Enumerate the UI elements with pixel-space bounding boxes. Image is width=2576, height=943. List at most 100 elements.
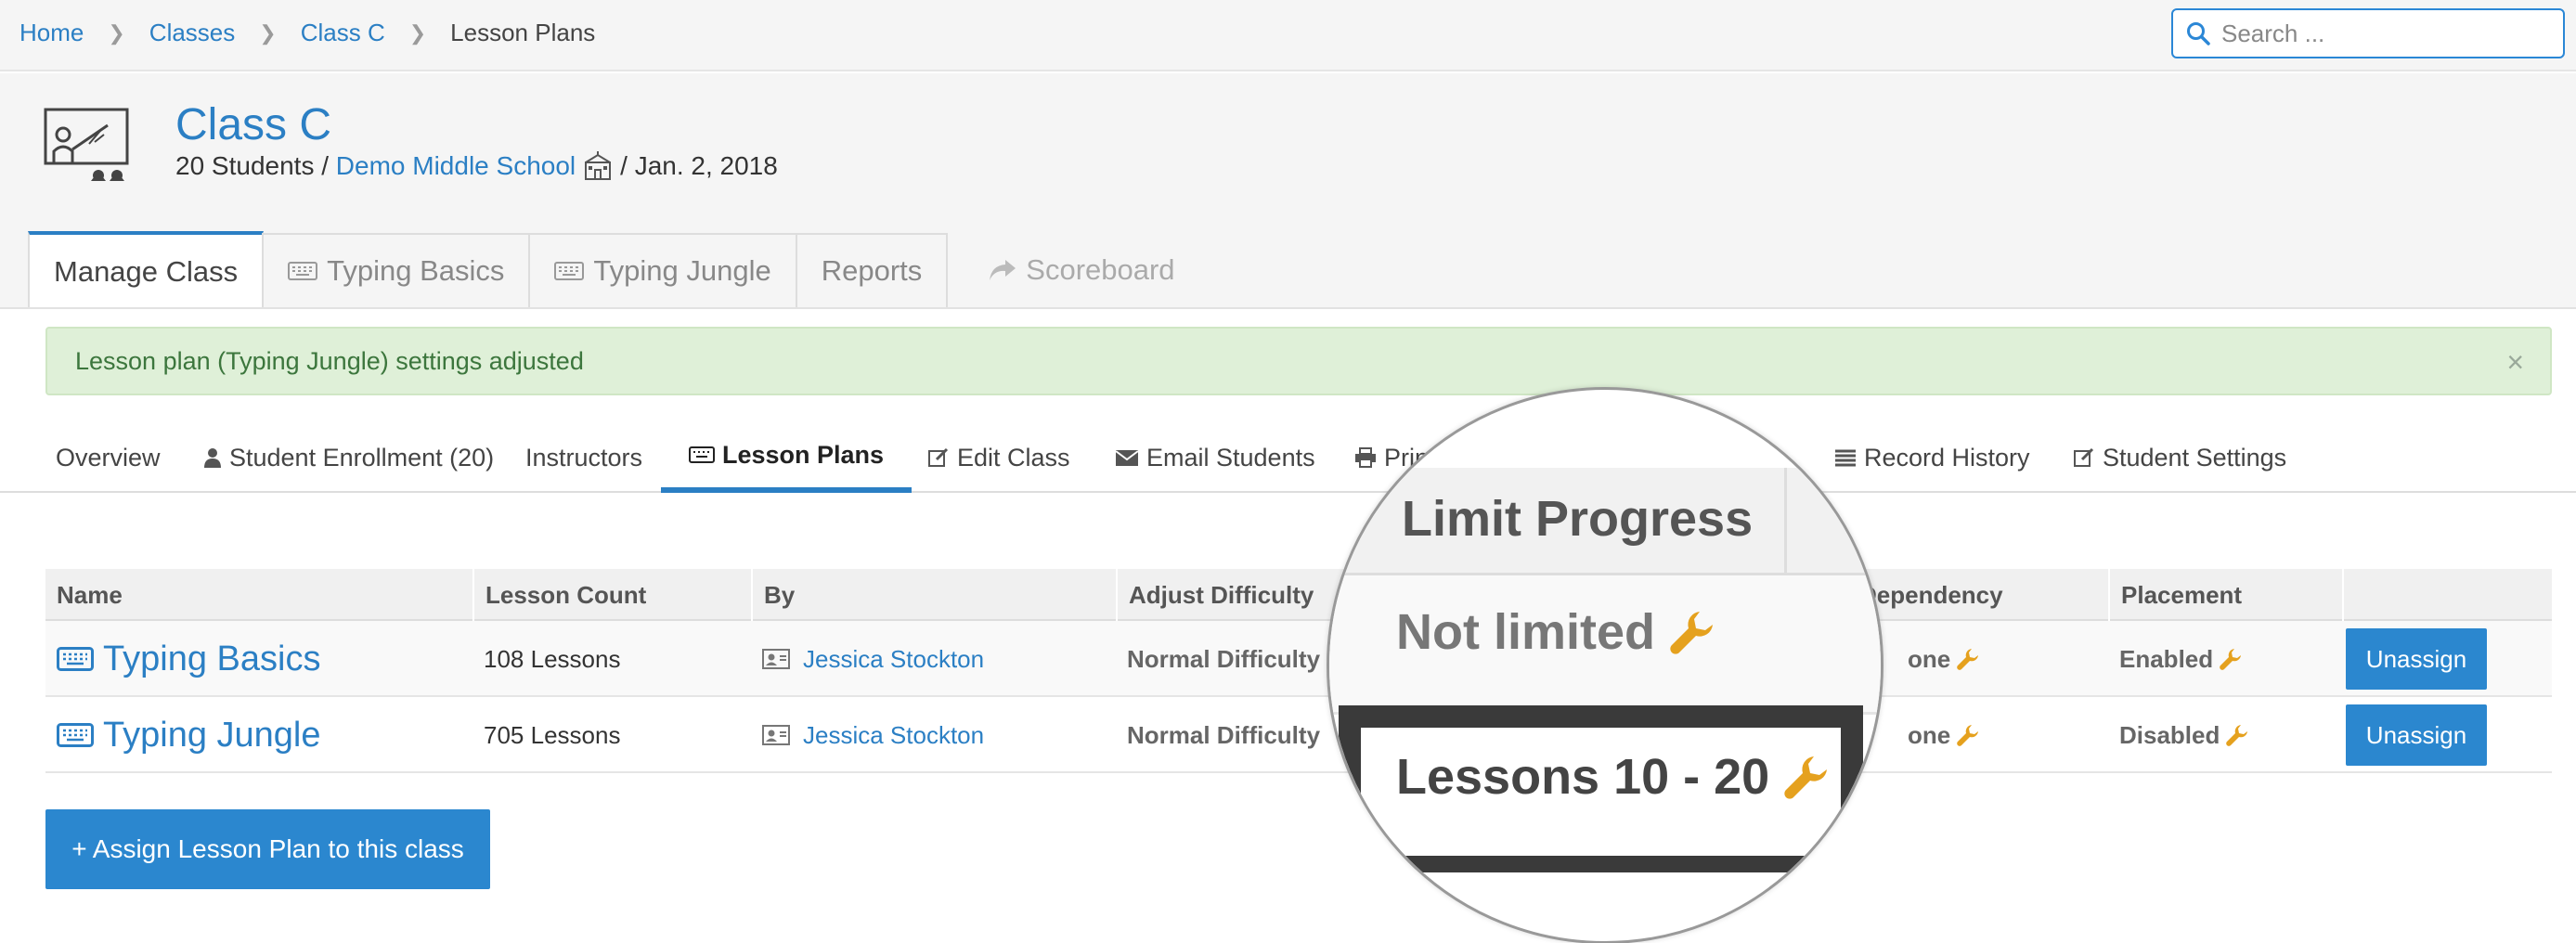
wrench-icon [1668, 608, 1716, 656]
list-icon [1835, 449, 1856, 467]
author-cell: Jessica Stockton [751, 697, 984, 773]
top-bar: Home ❯ Classes ❯ Class C ❯ Lesson Plans [0, 0, 2576, 71]
chevron-right-icon: ❯ [259, 20, 277, 45]
subnav-student-enrollment[interactable]: Student Enrollment (20) [203, 422, 494, 493]
keyboard-icon [554, 262, 585, 280]
author-link[interactable]: Jessica Stockton [803, 721, 984, 750]
unassign-button[interactable]: Unassign [2346, 704, 2487, 766]
chevron-right-icon: ❯ [408, 20, 427, 45]
tabs-divider [0, 307, 2576, 309]
breadcrumb-classes[interactable]: Classes [149, 19, 235, 47]
tab-typing-basics[interactable]: Typing Basics [262, 233, 531, 307]
lesson-count: 108 Lessons [484, 644, 621, 673]
lesson-plan-name: Typing Jungle [103, 715, 321, 755]
wrench-icon [2219, 647, 2243, 671]
edit-icon [2074, 447, 2094, 467]
keyboard-icon [57, 647, 94, 671]
subnav-instructors[interactable]: Instructors [525, 422, 642, 493]
column-header: Lesson Count [472, 569, 751, 621]
tab-label: Typing Basics [327, 254, 505, 287]
close-icon[interactable]: × [2506, 345, 2524, 380]
actions-cell: Unassign [2346, 621, 2487, 697]
breadcrumb-class-c[interactable]: Class C [301, 19, 385, 47]
limit-progress-setting[interactable]: Lessons 10 - 20 [1396, 748, 1831, 806]
user-card-icon [762, 725, 790, 745]
alert-message: Lesson plan (Typing Jungle) settings adj… [75, 346, 584, 375]
classroom-icon [44, 108, 129, 181]
difficulty-setting[interactable]: Normal Difficulty [1116, 697, 1320, 773]
keyboard-icon [57, 723, 94, 747]
class-subnav: Overview Student Enrollment (20) Instruc… [0, 422, 2576, 493]
lesson-plan-name-link[interactable]: Typing Basics [45, 621, 320, 697]
subnav-label: Record History [1864, 443, 2030, 472]
class-header: Class C 20 Students / Demo Middle School… [0, 73, 2576, 309]
search-box[interactable] [2171, 8, 2565, 58]
wrench-icon [1956, 647, 1980, 671]
column-header: Dependency [1846, 569, 2106, 621]
column-header: Placement [2108, 569, 2342, 621]
limit-progress-header: Limit Progress [1402, 491, 1754, 547]
dependency-value: one [1908, 644, 1951, 673]
difficulty-setting[interactable]: Normal Difficulty [1116, 621, 1320, 697]
keyboard-icon [288, 262, 318, 280]
limit-progress-setting[interactable]: Not limited [1396, 603, 1716, 661]
table-row: Typing Jungle 705 Lessons Jessica Stockt… [45, 697, 2552, 773]
author-cell: Jessica Stockton [751, 621, 984, 697]
class-subtitle: 20 Students / Demo Middle School / Jan. … [175, 151, 778, 181]
assign-lesson-plan-button[interactable]: + Assign Lesson Plan to this class [45, 809, 490, 889]
placement-value: Enabled [2119, 644, 2214, 673]
author-link[interactable]: Jessica Stockton [803, 645, 984, 674]
subnav-edit-class[interactable]: Edit Class [927, 422, 1070, 493]
placement-setting[interactable]: Disabled [2108, 697, 2249, 773]
magnified-column-divider [1784, 468, 1787, 575]
unassign-button[interactable]: Unassign [2346, 628, 2487, 690]
lesson-plan-name: Typing Basics [103, 639, 321, 678]
subnav-label: Instructors [525, 443, 643, 472]
user-card-icon [762, 649, 790, 669]
search-icon [2187, 22, 2210, 45]
edit-icon [928, 447, 949, 467]
placement-setting[interactable]: Enabled [2108, 621, 2243, 697]
subnav-overview[interactable]: Overview [56, 422, 161, 493]
subnav-label: Student Enrollment (20) [229, 443, 495, 472]
tab-reports[interactable]: Reports [795, 233, 949, 307]
table-row: Typing Basics 108 Lessons Jessica Stockt… [45, 621, 2552, 697]
tab-label: Typing Jungle [593, 254, 771, 287]
tab-typing-jungle[interactable]: Typing Jungle [528, 233, 797, 307]
lesson-plans-table: Name Lesson Count By Adjust Difficulty D… [45, 569, 2552, 773]
subnav-student-settings[interactable]: Student Settings [2073, 422, 2286, 493]
tab-label: Scoreboard [1026, 253, 1175, 286]
envelope-icon [1115, 450, 1139, 466]
tab-manage-class[interactable]: Manage Class [28, 231, 265, 309]
user-icon [204, 448, 221, 468]
school-link[interactable]: Demo Middle School [336, 151, 576, 181]
subnav-label: Overview [56, 443, 161, 472]
column-header-actions [2342, 569, 2552, 621]
student-count: 20 Students / [175, 151, 330, 180]
page-title: Class C [175, 100, 332, 149]
subnav-email-students[interactable]: Email Students [1115, 422, 1315, 493]
subnav-label: Email Students [1146, 443, 1315, 472]
breadcrumb: Home ❯ Classes ❯ Class C ❯ Lesson Plans [19, 19, 595, 47]
actions-cell: Unassign [2346, 697, 2487, 773]
tab-scoreboard[interactable]: Scoreboard [964, 233, 1199, 307]
column-header: Name [57, 580, 123, 609]
tab-label: Manage Class [54, 255, 239, 288]
breadcrumb-home[interactable]: Home [19, 19, 84, 47]
table-header: Name Lesson Count By Adjust Difficulty D… [45, 569, 2552, 621]
limit-progress-value: Lessons 10 - 20 [1396, 749, 1770, 805]
magnifier-callout: Limit Progress Not limited Lessons 10 - … [1327, 387, 1883, 943]
chevron-right-icon: ❯ [108, 20, 125, 45]
lesson-count: 705 Lessons [484, 720, 621, 749]
main-tabs: Manage Class Typing Basics Typing Jungle… [28, 231, 1199, 309]
search-input[interactable] [2221, 19, 2537, 48]
share-arrow-icon [989, 258, 1016, 282]
subnav-lesson-plans[interactable]: Lesson Plans [661, 422, 913, 493]
dependency-value: one [1908, 720, 1951, 749]
subnav-label: Lesson Plans [722, 440, 885, 469]
lesson-plan-name-link[interactable]: Typing Jungle [45, 697, 321, 773]
column-header: By [751, 569, 1116, 621]
keyboard-icon [689, 446, 715, 463]
limit-progress-value: Not limited [1396, 604, 1655, 660]
breadcrumb-current: Lesson Plans [450, 19, 596, 46]
